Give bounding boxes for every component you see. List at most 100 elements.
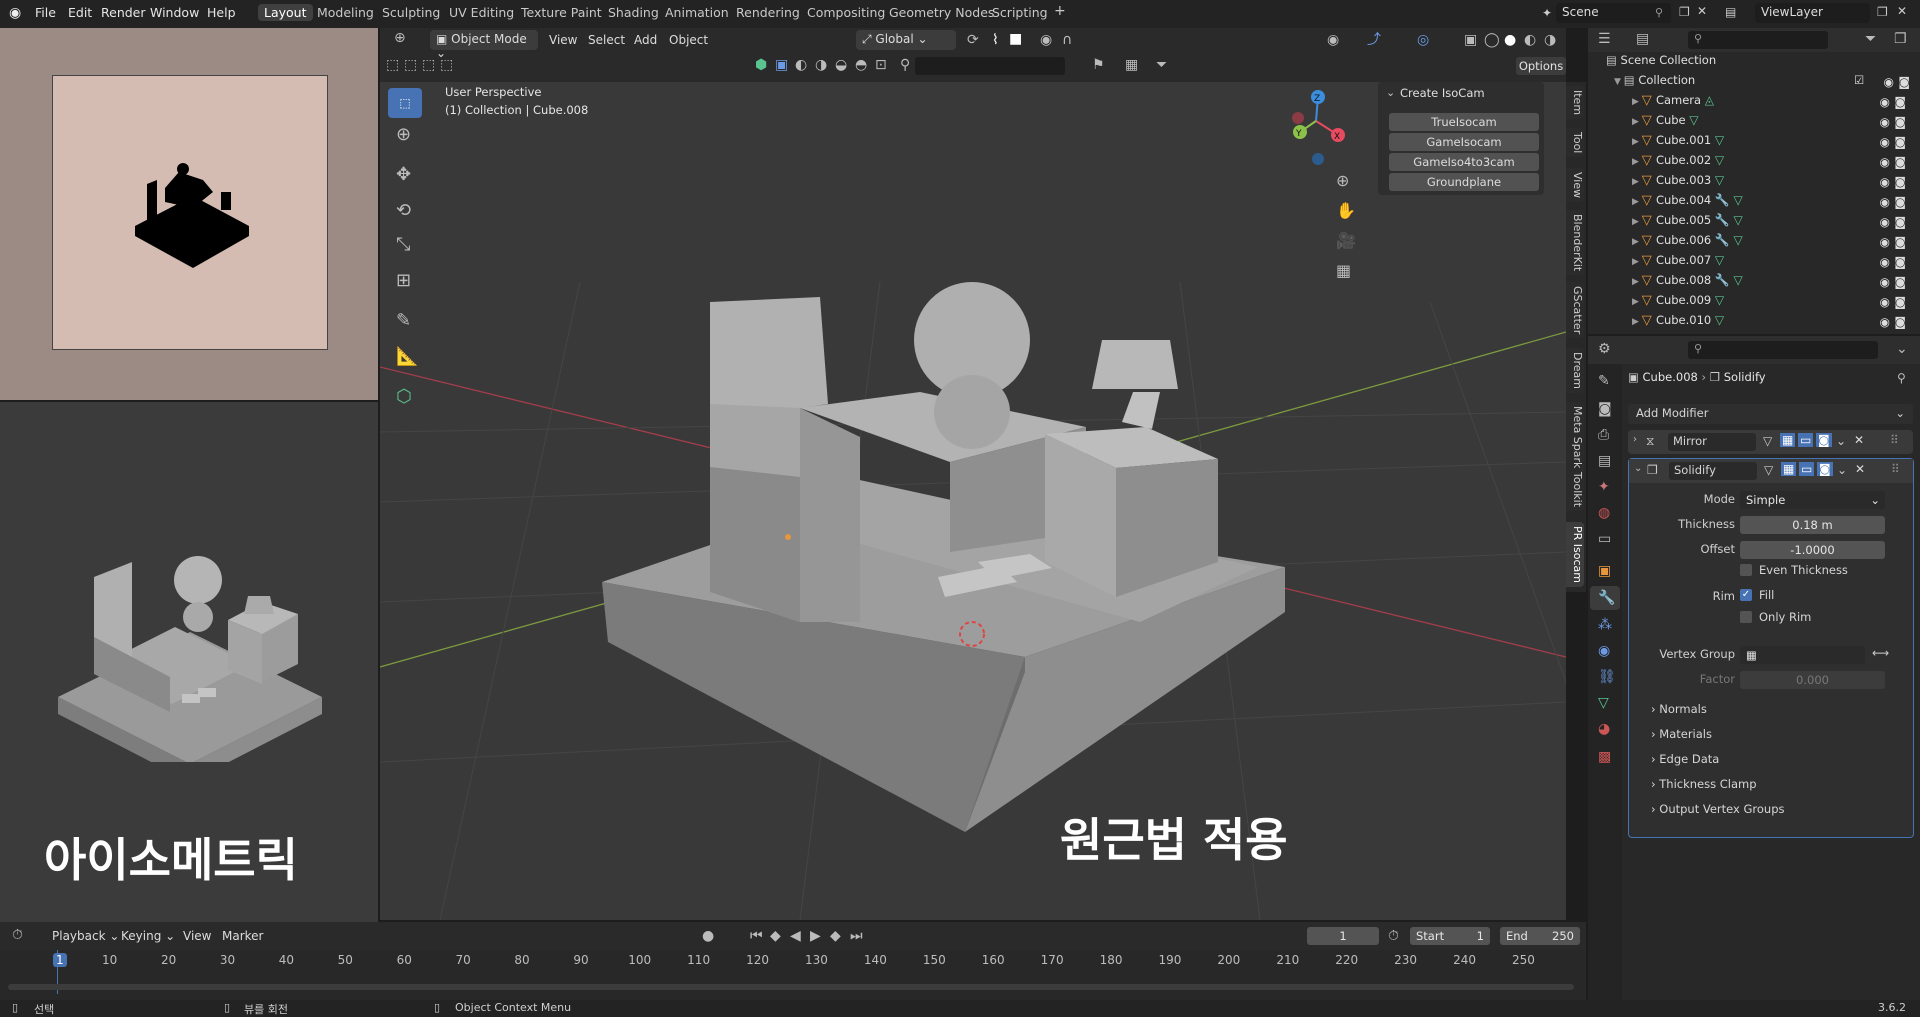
pivot-icon[interactable]: ⟳ (967, 33, 979, 47)
tab-dream[interactable]: Dream (1566, 348, 1584, 393)
select-subtract-icon[interactable]: ⬚ (422, 58, 435, 72)
view-layer-tab-icon[interactable]: ▤ (1598, 454, 1611, 468)
menu-edit[interactable]: Edit (68, 5, 92, 20)
expand-icon[interactable]: ▶ (1632, 177, 1642, 187)
scene-field[interactable]: Scene (1556, 3, 1671, 23)
cursor-tool-icon[interactable]: ⊕ (396, 126, 411, 144)
mesh-data-icon[interactable]: ▽ (1715, 133, 1724, 147)
eye-icon[interactable]: ◉ (1880, 315, 1890, 329)
outliner-item[interactable]: ▶ ▽ Cube.010 ▽ ◉ ◙ (1632, 313, 1908, 333)
next-keyframe-icon[interactable]: ◆ (830, 929, 841, 943)
camera-render-icon[interactable]: ◙ (1894, 215, 1906, 229)
tab-compositing[interactable]: Compositing (807, 5, 885, 20)
object-tab-icon[interactable]: ▣ (1598, 564, 1611, 578)
expand-icon[interactable]: ▶ (1632, 117, 1642, 127)
checkbox-icon[interactable]: ☑ (1854, 73, 1864, 87)
add-modifier-button[interactable]: Add Modifier ⌄ (1628, 404, 1913, 424)
end-frame-field[interactable]: End 250 (1500, 927, 1580, 945)
delete-scene-icon[interactable]: ✕ (1697, 4, 1707, 18)
tab-pr-isocam[interactable]: PR Isocam (1566, 522, 1584, 587)
scene-icon[interactable]: ✦ (1542, 6, 1552, 20)
move-tool-icon[interactable]: ✥ (396, 166, 411, 184)
collection-tab-icon[interactable]: ▭ (1598, 532, 1611, 546)
options-button[interactable]: Options ⌄ (1516, 57, 1566, 91)
outliner-item[interactable]: ▶ ▽ Cube.008 🔧 ▽ ◉ ◙ (1632, 273, 1908, 293)
lamp-icon[interactable]: ◒ (835, 58, 847, 72)
tab-geometry-nodes[interactable]: Geometry Nodes (889, 5, 994, 20)
collapse-solidify-icon[interactable]: ⌄ (1634, 463, 1642, 474)
timeline-tick[interactable]: 170 (1041, 953, 1064, 967)
solidify-dropdown-icon[interactable]: ⌄ (1837, 463, 1847, 477)
timeline-tick[interactable]: 140 (864, 953, 887, 967)
expand-icon[interactable]: ▶ (1632, 237, 1642, 247)
start-frame-field[interactable]: Start 1 (1410, 927, 1490, 945)
mesh-data-icon[interactable]: ▽ (1715, 313, 1724, 327)
timeline-tick[interactable]: 60 (397, 953, 412, 967)
eye-icon[interactable]: ◉ (1880, 95, 1890, 109)
timeline-tick[interactable]: 250 (1512, 953, 1535, 967)
tab-animation[interactable]: Animation (665, 5, 729, 20)
factor-field[interactable]: 0.000 (1740, 671, 1885, 689)
mesh-data-icon[interactable]: ▽ (1734, 213, 1743, 227)
jump-start-icon[interactable]: ⏮ (750, 929, 763, 943)
tab-gscatter[interactable]: GScatter (1566, 282, 1584, 339)
camera-render-icon[interactable]: ◙ (1894, 135, 1906, 149)
timeline-tick[interactable]: 220 (1335, 953, 1358, 967)
solidify-mode-dropdown[interactable]: Simple ⌄ (1740, 491, 1885, 509)
outliner-item[interactable]: ▶ ▽ Cube.007 ▽ ◉ ◙ (1632, 253, 1908, 273)
menu-file[interactable]: File (35, 5, 56, 20)
edit-mode-icon[interactable]: ▽ (1763, 434, 1772, 448)
timeline-tick[interactable]: 90 (573, 953, 588, 967)
timeline-tick[interactable]: 120 (746, 953, 769, 967)
display-mode-icon[interactable]: ▤ (1636, 32, 1649, 46)
normals-subpanel[interactable]: › Normals (1651, 702, 1707, 716)
rendered-shading-icon[interactable]: ◑ (1544, 33, 1556, 47)
timeline-tick[interactable]: 180 (1100, 953, 1123, 967)
timeline-tick[interactable]: 240 (1453, 953, 1476, 967)
eye-icon[interactable]: ◉ (1880, 175, 1890, 189)
collections-icon[interactable]: ▦ (1125, 58, 1138, 72)
camera-render-icon[interactable]: ◙ (1898, 75, 1910, 89)
camera-data-icon[interactable]: ◬ (1705, 93, 1714, 107)
timeline-tick[interactable]: 230 (1394, 953, 1417, 967)
play-icon[interactable]: ▶ (810, 929, 821, 943)
tab-sculpting[interactable]: Sculpting (382, 5, 440, 20)
timeline-tick[interactable]: 150 (923, 953, 946, 967)
visibility-icon[interactable]: ◉ (1327, 33, 1339, 47)
fill-checkbox[interactable]: ✓ (1740, 589, 1752, 601)
select-extend-icon[interactable]: ⬚ (404, 58, 417, 72)
orientation-dropdown[interactable]: ⤢ Global ⌄ (856, 30, 956, 50)
solidify-name-field[interactable]: Solidify (1669, 462, 1757, 480)
pin-icon[interactable]: ⚲ (1655, 6, 1663, 19)
annotate-tool-icon[interactable]: ✎ (396, 312, 411, 330)
scale-tool-icon[interactable]: ⤡ (396, 236, 410, 254)
menu-marker[interactable]: Marker (222, 929, 263, 943)
gizmo-icon[interactable]: ⤴ (1367, 33, 1381, 47)
material-preview-icon[interactable]: ▣ (775, 58, 788, 72)
menu-object[interactable]: Object (669, 33, 708, 47)
timeline-tick[interactable]: 80 (514, 953, 529, 967)
menu-playback[interactable]: Playback ⌄ (52, 929, 119, 943)
properties-options-icon[interactable]: ⌄ (1896, 342, 1908, 356)
data-tab-icon[interactable]: ▽ (1598, 696, 1609, 710)
preview-range-icon[interactable]: ⏱ (1388, 929, 1399, 943)
groundplane-button[interactable]: Groundplane (1389, 173, 1539, 191)
outliner-search-input[interactable]: ⚲ (1688, 31, 1828, 49)
timeline-tick[interactable]: 40 (279, 953, 294, 967)
camera-render-icon[interactable]: ◙ (1894, 155, 1906, 169)
filter-icon[interactable]: ⏷ (1156, 58, 1167, 72)
modifier-icon[interactable]: 🔧 (1715, 193, 1730, 207)
tab-texture-paint[interactable]: Texture Paint (521, 5, 602, 20)
mesh-data-icon[interactable]: ▽ (1734, 193, 1743, 207)
snap-target-icon[interactable]: ■ (1009, 32, 1022, 46)
constraints-tab-icon[interactable]: ⛓ (1598, 670, 1616, 684)
current-frame-field[interactable]: 1 (1307, 927, 1379, 945)
timeline-tick[interactable]: 20 (161, 953, 176, 967)
timeline-tick[interactable]: 160 (982, 953, 1005, 967)
properties-search-input[interactable]: ⚲ (1688, 341, 1878, 359)
vertex-group-field[interactable]: ▦ (1740, 646, 1865, 664)
delete-viewlayer-icon[interactable]: ✕ (1897, 4, 1907, 18)
modifier-icon[interactable]: 🔧 (1715, 213, 1730, 227)
eye-icon[interactable]: ◉ (1880, 195, 1890, 209)
panel-collapse-icon[interactable]: ⌄ (1386, 86, 1395, 99)
